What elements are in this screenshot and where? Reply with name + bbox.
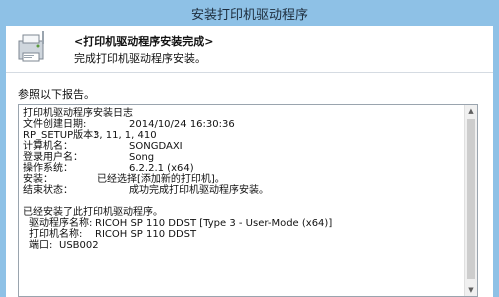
- installer-window: 安装打印机驱动程序 <打印机驱动程序安装完成> 完成打印机驱动程序安装。 参照以…: [0, 0, 499, 297]
- log-label-os: 操作系统：: [23, 163, 73, 174]
- wizard-header: <打印机驱动程序安装完成> 完成打印机驱动程序安装。: [6, 26, 493, 73]
- log-row-user: 登录用户名： Song: [23, 152, 463, 163]
- log-row-os: 操作系统： 6.2.2.1 (x64): [23, 163, 463, 174]
- log-value-rp-setup: 3, 11, 1, 410: [93, 130, 157, 141]
- log-label-computer: 计算机名：: [23, 141, 73, 152]
- scroll-thumb[interactable]: [467, 119, 475, 279]
- log-scrollbar[interactable]: ▲ ▼: [464, 105, 477, 296]
- log-value-install: 已经选择[添加新的打印机]。: [97, 174, 225, 185]
- header-subtitle: 完成打印机驱动程序安装。: [74, 52, 206, 65]
- log-row-computer: 计算机名： SONGDAXI: [23, 141, 463, 152]
- log-label-printer-name: 打印机名称:: [29, 229, 83, 240]
- scroll-up-arrow-icon[interactable]: ▲: [465, 105, 477, 117]
- log-label-rp-setup: RP_SETUP版本：: [23, 130, 104, 141]
- printer-setup-icon: [15, 29, 51, 65]
- window-title: 安装打印机驱动程序: [190, 8, 308, 23]
- log-row-created: 文件创建日期: 2014/10/24 16:30:36: [23, 119, 463, 130]
- log-value-printer-name: RICOH SP 110 DDST: [95, 229, 197, 240]
- install-log-content: 打印机驱动程序安装日志 文件创建日期: 2014/10/24 16:30:36 …: [23, 108, 463, 251]
- log-row-rp-setup: RP_SETUP版本： 3, 11, 1, 410: [23, 130, 463, 141]
- title-bar[interactable]: 安装打印机驱动程序: [0, 0, 499, 26]
- log-value-driver-name: RICOH SP 110 DDST [Type 3 - User-Mode (x…: [95, 218, 333, 229]
- log-row-printer-name: 打印机名称: RICOH SP 110 DDST: [23, 229, 463, 240]
- log-label-result: 结束状态：: [23, 185, 73, 196]
- log-value-created: 2014/10/24 16:30:36: [129, 119, 235, 130]
- log-label-port: 端口:: [29, 240, 53, 251]
- report-prompt: 参照以下报告。: [18, 88, 95, 101]
- log-value-computer: SONGDAXI: [129, 141, 183, 152]
- log-row-install: 安装： 已经选择[添加新的打印机]。: [23, 174, 463, 185]
- log-row-port: 端口: USB002: [23, 240, 463, 251]
- log-value-port: USB002: [59, 240, 99, 251]
- log-installed-heading: 已经安装了此打印机驱动程序。: [23, 207, 163, 218]
- log-value-result: 成功完成打印机驱动程序安装。: [129, 185, 269, 196]
- scroll-down-arrow-icon[interactable]: ▼: [465, 284, 477, 296]
- log-label-driver-name: 驱动程序名称:: [29, 218, 93, 229]
- log-row-driver-name: 驱动程序名称: RICOH SP 110 DDST [Type 3 - User…: [23, 218, 463, 229]
- log-heading: 打印机驱动程序安装日志: [23, 108, 133, 119]
- log-installed-heading-row: 已经安装了此打印机驱动程序。: [23, 207, 463, 218]
- log-value-user: Song: [129, 152, 155, 163]
- header-title: <打印机驱动程序安装完成>: [74, 35, 214, 48]
- log-value-os: 6.2.2.1 (x64): [129, 163, 194, 174]
- log-heading-row: 打印机驱动程序安装日志: [23, 108, 463, 119]
- log-row-result: 结束状态： 成功完成打印机驱动程序安装。: [23, 185, 463, 196]
- log-spacer: [23, 196, 463, 207]
- log-label-install: 安装：: [23, 174, 53, 185]
- window-client-area: <打印机驱动程序安装完成> 完成打印机驱动程序安装。 参照以下报告。 打印机驱动…: [6, 26, 493, 297]
- install-log-textbox[interactable]: 打印机驱动程序安装日志 文件创建日期: 2014/10/24 16:30:36 …: [18, 104, 478, 297]
- log-label-user: 登录用户名：: [23, 152, 83, 163]
- log-label-created: 文件创建日期:: [23, 119, 87, 130]
